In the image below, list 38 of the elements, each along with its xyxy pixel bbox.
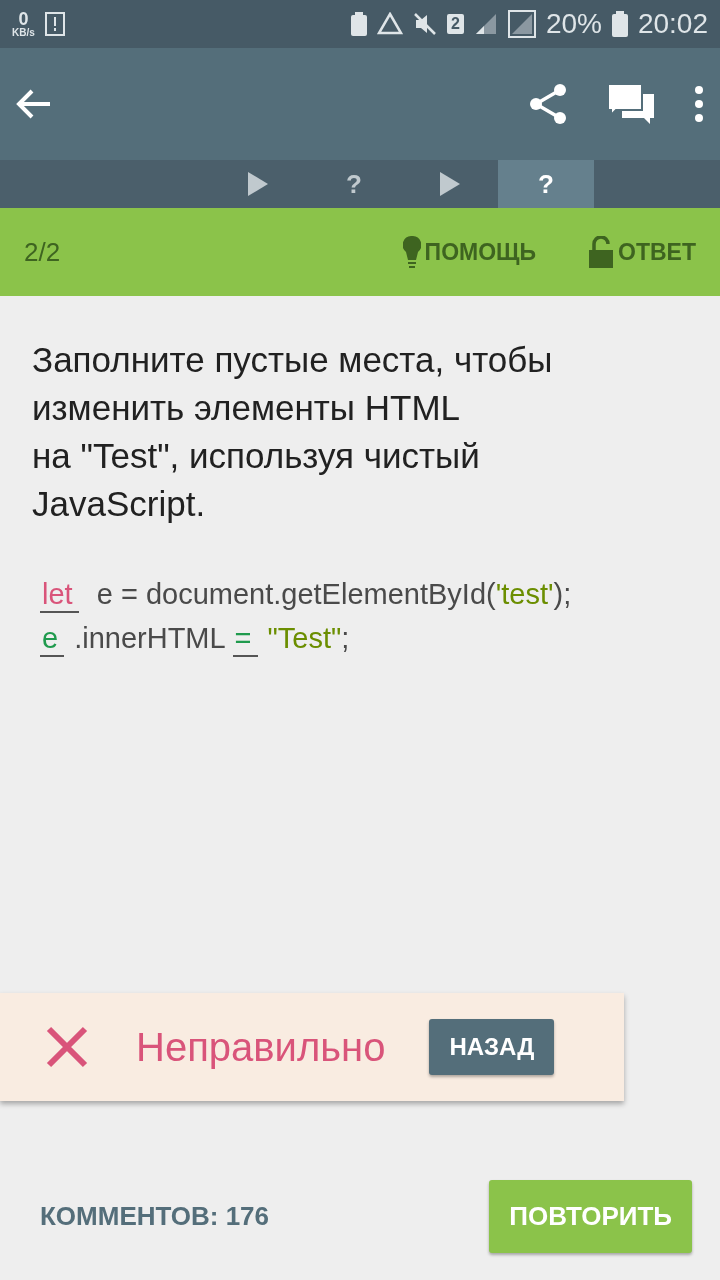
retry-button[interactable]: ПОВТОРИТЬ (489, 1180, 692, 1253)
sim-badge: 2 (446, 14, 464, 34)
battery-saver-icon (350, 12, 367, 36)
back-button[interactable]: НАЗАД (429, 1019, 555, 1075)
code-text: .innerHTML (74, 621, 226, 656)
back-arrow-icon[interactable] (16, 88, 52, 120)
speed-unit: KB/s (12, 28, 35, 38)
question-text: Заполните пустые места, чтобы изменить элементы HTML на "Test", используя чистый JavaScript. (32, 339, 554, 525)
code-text: ; (341, 621, 350, 656)
battery-icon (611, 11, 628, 37)
filled-blank[interactable]: let (40, 577, 79, 613)
mute-icon (412, 12, 437, 36)
battery-percent: 20% (545, 8, 602, 40)
close-icon (46, 1026, 88, 1068)
clock: 20:02 (637, 8, 708, 40)
lock-icon (588, 236, 615, 268)
chat-bubbles-icon[interactable] (608, 84, 654, 124)
filled-blank[interactable]: e (40, 621, 65, 657)
progress-count: 2/2 (24, 236, 61, 268)
comments-link[interactable]: КОММЕНТОВ: 176 (40, 1201, 490, 1232)
play-icon (440, 172, 460, 196)
answer-button[interactable]: ОТВЕТ (588, 236, 696, 268)
hint-button[interactable]: ПОМОЩЬ (402, 236, 537, 268)
code-string: 'test' (495, 577, 554, 612)
speed-value: 0 (18, 10, 29, 28)
signal-icon (507, 10, 536, 38)
code-text: e = document.getElementById( (95, 577, 496, 612)
filled-blank[interactable]: = (232, 621, 258, 657)
alert-icon (44, 12, 65, 36)
quiz-step-tab[interactable]: ? (306, 160, 402, 208)
code-text: ); (553, 577, 572, 612)
code-string: "Test" (267, 621, 342, 656)
lightbulb-icon (402, 236, 421, 268)
result-text: Неправильно (136, 1024, 386, 1070)
quiz-step-tab[interactable]: ? (498, 160, 594, 208)
more-icon[interactable] (694, 86, 704, 122)
play-icon (248, 172, 268, 196)
share-icon[interactable] (528, 83, 568, 125)
